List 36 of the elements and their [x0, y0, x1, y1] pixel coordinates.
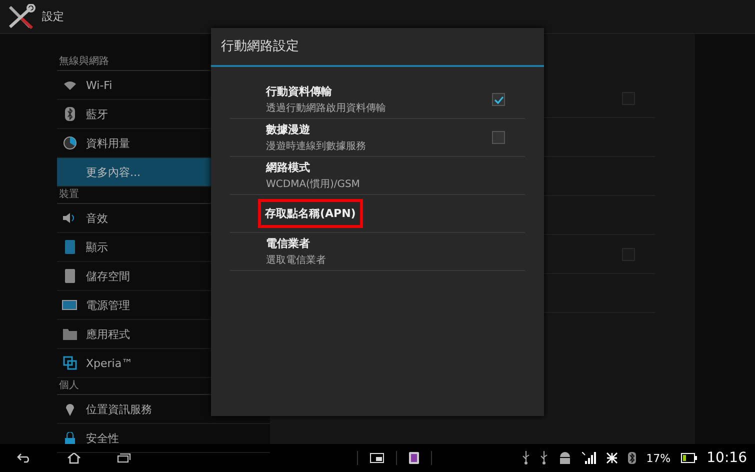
storage-icon	[65, 269, 75, 283]
home-icon[interactable]	[67, 452, 81, 464]
speaker-icon	[63, 213, 77, 223]
app-title: 設定	[42, 9, 64, 24]
checkmark-icon	[494, 96, 504, 104]
settings-tools-icon[interactable]	[6, 4, 36, 30]
bluetooth-icon	[628, 452, 636, 464]
dialog-item[interactable]: 數據漫遊 漫遊時連線到數據服務	[230, 119, 525, 157]
battery-icon	[62, 300, 78, 310]
display-icon	[65, 240, 75, 254]
wifi-icon	[63, 80, 77, 90]
usb-icon	[522, 451, 530, 465]
no-wifi-icon	[606, 452, 618, 464]
battery-icon	[680, 453, 697, 463]
lock-icon	[64, 432, 76, 444]
pie-chart-icon	[63, 136, 77, 150]
checkbox[interactable]	[492, 93, 505, 106]
dialog-item[interactable]: 網路模式 WCDMA(慣用)/GSM	[230, 157, 525, 195]
android-icon	[558, 451, 572, 465]
clock: 10:16	[706, 450, 747, 466]
overlapping-squares-icon	[63, 356, 77, 370]
dialog-item[interactable]: 行動資料傳輸 透過行動網路啟用資料傳輸	[230, 81, 525, 119]
dialog-item[interactable]: 電信業者 選取電信業者	[230, 233, 525, 271]
location-pin-icon	[65, 402, 75, 416]
signal-icon	[582, 452, 596, 464]
battery-percent: 17%	[646, 452, 671, 464]
usb-icon	[540, 451, 548, 465]
dialog-title: 行動網路設定	[211, 28, 544, 67]
app-tile-icon[interactable]	[409, 452, 419, 464]
folder-icon	[63, 328, 77, 340]
bluetooth-icon	[65, 107, 75, 121]
dialog-item[interactable]: 存取點名稱(APN)	[230, 195, 525, 233]
checkbox[interactable]	[492, 131, 505, 144]
window-icon[interactable]	[370, 453, 384, 463]
recent-apps-icon[interactable]	[117, 453, 131, 463]
back-icon[interactable]	[17, 453, 31, 463]
